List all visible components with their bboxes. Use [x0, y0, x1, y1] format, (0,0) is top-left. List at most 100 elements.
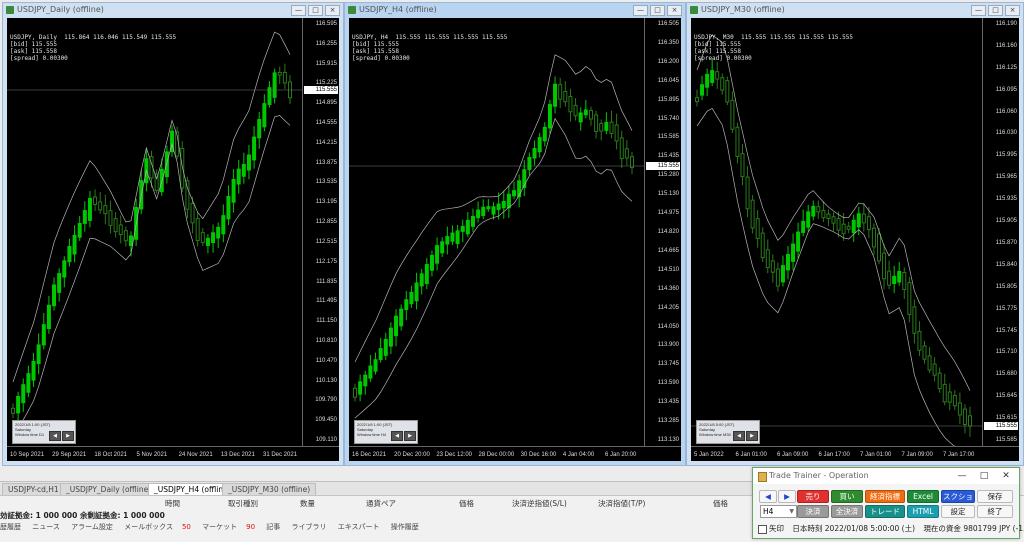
price-chart[interactable]: USDJPY, Daily 115.864 116.046 115.549 11…: [7, 18, 339, 461]
close-button[interactable]: ×: [667, 5, 682, 16]
maximize-button[interactable]: □: [973, 468, 995, 484]
chart-titlebar[interactable]: USDJPY_M30 (offline) — □ ×: [687, 3, 1023, 17]
chart-titlebar[interactable]: USDJPY_H4 (offline) — □ ×: [345, 3, 685, 17]
candle-body: [588, 109, 593, 120]
candle-body: [108, 210, 113, 226]
candle-body: [614, 124, 619, 142]
candle-body: [897, 270, 902, 283]
col-symbol[interactable]: 通貨ペア: [366, 498, 396, 509]
price-axis[interactable]: 116.505 116.350 116.200 116.045 115.895 115.7…: [644, 18, 681, 447]
time-axis[interactable]: 10 Sep 2021 29 Sep 2021 18 Oct 2021 5 Nov 2…: [7, 446, 339, 461]
tab-mailbox[interactable]: メールボックス 50: [124, 523, 191, 531]
minimize-button[interactable]: —: [971, 5, 986, 16]
candle-body: [31, 360, 36, 381]
timeframe-select[interactable]: H4 ▼: [760, 505, 797, 518]
sell-button[interactable]: 売り: [797, 490, 829, 503]
price-tick-label: 116.160: [995, 42, 1017, 49]
tab-library[interactable]: ライブラリ: [292, 523, 327, 531]
candle-body: [542, 126, 547, 142]
exit-button[interactable]: 終了: [977, 505, 1013, 518]
candles-plot: [7, 31, 302, 439]
minimize-button[interactable]: —: [633, 5, 648, 16]
minimize-button[interactable]: —: [291, 5, 306, 16]
candle-body: [277, 71, 282, 76]
candle-body: [21, 384, 26, 404]
prev-bar-button[interactable]: ◀: [759, 490, 777, 503]
dialog-titlebar[interactable]: Trade Trainer - Operation — □ ✕: [753, 468, 1019, 484]
candle-body: [962, 408, 967, 425]
candles-plot: [691, 34, 982, 446]
candle-body: [583, 109, 588, 116]
excel-button[interactable]: Excel: [907, 490, 939, 503]
maximize-button[interactable]: □: [308, 5, 323, 16]
app-icon: [758, 472, 767, 482]
col-type[interactable]: 取引種別: [228, 498, 258, 509]
col-sl[interactable]: 決済逆指値(S/L): [512, 498, 567, 509]
step-forward-button[interactable]: ▶: [746, 431, 758, 441]
price-axis[interactable]: 116.595 116.255 115.915 115.225 114.895 114.5…: [302, 18, 339, 447]
col-volume[interactable]: 数量: [300, 498, 315, 509]
candle-body: [568, 95, 573, 113]
candle-body: [72, 234, 77, 255]
candle-body: [861, 213, 866, 224]
price-tick-label: 114.820: [657, 229, 679, 235]
tab-market[interactable]: マーケット 90: [202, 523, 255, 531]
col-price2[interactable]: 価格: [713, 498, 728, 509]
candle-body: [755, 218, 760, 240]
tab-alerts[interactable]: アラーム設定: [71, 523, 113, 531]
step-back-button[interactable]: ◀: [733, 431, 745, 441]
time-tick-label: 5 Nov 2021: [136, 452, 168, 458]
col-tp[interactable]: 決済指値(T/P): [598, 498, 645, 509]
time-axis[interactable]: 16 Dec 2021 20 Dec 20:00 23 Dec 12:00 28 De…: [349, 446, 681, 461]
candle-body: [846, 225, 851, 230]
col-price[interactable]: 価格: [459, 498, 474, 509]
tab-journal[interactable]: 操作履歴: [391, 523, 419, 531]
maximize-button[interactable]: □: [650, 5, 665, 16]
tab-history[interactable]: 歴履歴: [0, 523, 21, 531]
price-tick-label: 114.895: [315, 100, 337, 107]
close-button[interactable]: ×: [325, 5, 340, 16]
step-back-button[interactable]: ◀: [49, 431, 61, 441]
col-time[interactable]: 時間: [165, 498, 180, 509]
step-forward-button[interactable]: ▶: [62, 431, 74, 441]
tab-news[interactable]: ニュース: [32, 523, 60, 531]
close-position-button[interactable]: 決済: [797, 505, 829, 518]
html-button[interactable]: HTML: [907, 505, 939, 518]
daily-chart-window[interactable]: USDJPY_Daily (offline) — □ × USDJPY, Daily…: [2, 2, 344, 466]
chart-title: USDJPY_Daily (offline): [17, 5, 104, 14]
m30-chart-window[interactable]: USDJPY_M30 (offline) — □ × USDJPY, M30 115…: [686, 2, 1024, 466]
price-tick-label: 109.450: [315, 417, 337, 424]
screenshot-button[interactable]: スクショ: [941, 490, 975, 503]
maximize-button[interactable]: □: [988, 5, 1003, 16]
tab-experts[interactable]: エキスパート: [338, 523, 380, 531]
time-tick-label: 20 Dec 20:00: [394, 452, 430, 458]
close-button[interactable]: ✕: [995, 468, 1017, 484]
step-forward-button[interactable]: ▶: [404, 431, 416, 441]
current-price-label: 115.555: [646, 162, 680, 170]
step-back-button[interactable]: ◀: [391, 431, 403, 441]
price-tick-label: 115.965: [995, 174, 1017, 181]
candle-body: [811, 205, 816, 217]
time-panel: 2022/1/8 1:00 (JST) Saturday Window time D…: [12, 420, 76, 444]
chart-titlebar[interactable]: USDJPY_Daily (offline) — □ ×: [3, 3, 343, 17]
trade-button[interactable]: トレード: [865, 505, 905, 518]
close-all-button[interactable]: 全決済: [831, 505, 863, 518]
candle-body: [871, 227, 876, 248]
h4-chart-window[interactable]: USDJPY_H4 (offline) — □ × USDJPY, H4 115.5…: [344, 2, 686, 466]
next-bar-button[interactable]: ▶: [778, 490, 796, 503]
close-button[interactable]: ×: [1005, 5, 1020, 16]
price-chart[interactable]: USDJPY, M30 115.555 115.555 115.555 115.…: [691, 18, 1019, 461]
candle-body: [887, 270, 892, 286]
economic-indicators-button[interactable]: 経済指標: [865, 490, 905, 503]
buy-button[interactable]: 買い: [831, 490, 863, 503]
settings-button[interactable]: 設定: [941, 505, 975, 518]
save-button[interactable]: 保存: [977, 490, 1013, 503]
arrow-checkbox[interactable]: [758, 524, 767, 534]
chart-icon: [6, 6, 14, 14]
price-axis[interactable]: 116.190 116.160 116.125 116.095 116.060 116.0…: [982, 18, 1019, 447]
price-tick-label: 112.855: [315, 219, 337, 226]
time-axis[interactable]: 5 Jan 2022 6 Jan 01:00 6 Jan 09:00 6 Jan 17…: [691, 446, 1019, 461]
price-chart[interactable]: USDJPY, H4 115.555 115.555 115.555 115.5…: [349, 18, 681, 461]
minimize-button[interactable]: —: [951, 468, 973, 484]
tab-articles[interactable]: 記事: [266, 523, 280, 531]
